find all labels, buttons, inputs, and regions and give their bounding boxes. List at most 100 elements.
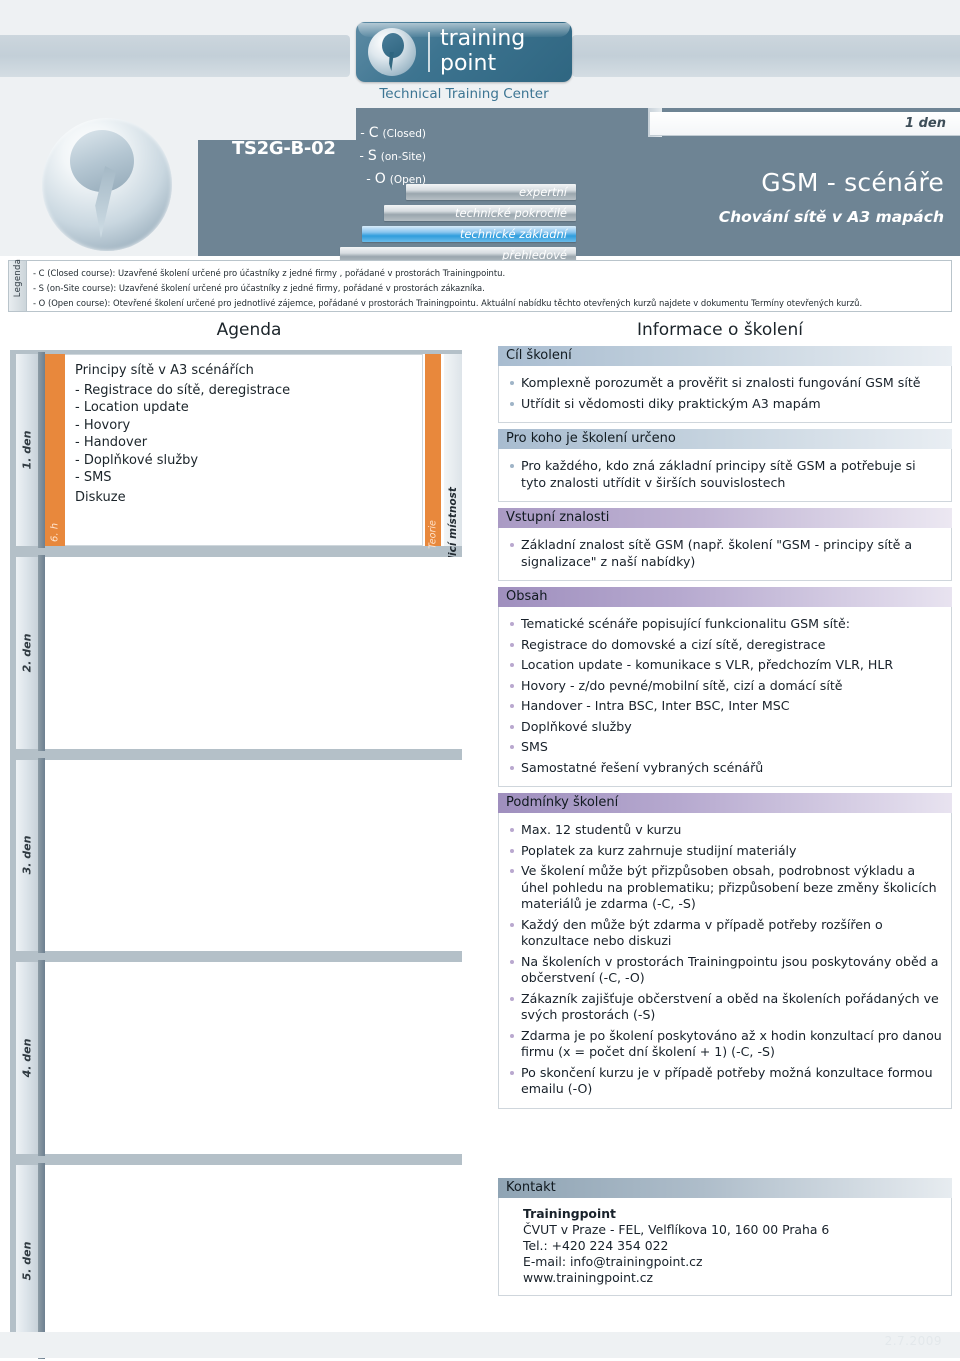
level-bar-2: technické základní bbox=[362, 226, 576, 242]
section-bullet: Hovory - z/do pevné/mobilní sítě, cizí a… bbox=[507, 678, 943, 695]
theory-bar: Teorie bbox=[425, 354, 441, 549]
section-bullet: Location update - komunikace s VLR, před… bbox=[507, 657, 943, 674]
section-bullet: Poplatek za kurz zahrnuje studijní mater… bbox=[507, 843, 943, 860]
agenda-item: - Hovory bbox=[75, 417, 131, 433]
footer-band bbox=[0, 1332, 960, 1358]
section-heading: Vstupní znalosti bbox=[498, 508, 952, 528]
delivery-option-c: - C (Closed) bbox=[336, 122, 426, 145]
info-section-obsah: Obsah Tematické scénáře popisující funkci… bbox=[498, 587, 952, 787]
day-spine bbox=[38, 352, 45, 548]
day-label: 1. den bbox=[16, 354, 38, 546]
header-band-left bbox=[0, 35, 350, 77]
section-bullet: SMS bbox=[507, 739, 943, 756]
section-body: Tematické scénáře popisující funkcionali… bbox=[498, 607, 952, 787]
delivery-dash: - bbox=[359, 148, 364, 163]
agenda-schedule-grid: 1. den 6. h Principy sítě v A3 scénářích - … bbox=[10, 346, 462, 1359]
hours-label: 6. h bbox=[49, 522, 61, 542]
contact-web[interactable]: www.trainingpoint.cz bbox=[523, 1270, 943, 1286]
delivery-paren: (Closed) bbox=[382, 128, 426, 140]
header-band-right bbox=[572, 35, 960, 77]
course-subtitle: Chování sítě v A3 mapách bbox=[718, 208, 944, 226]
contact-email[interactable]: E-mail: info@trainingpoint.cz bbox=[523, 1254, 943, 1270]
room-bar: Školicí místnost bbox=[444, 354, 462, 581]
section-bullet: Registrace do domovské a cizí sítě, dere… bbox=[507, 637, 943, 654]
section-body: Základní znalost sítě GSM (např. školení… bbox=[498, 528, 952, 581]
legend-line-2: - O (Open course): Otevřené školení urče… bbox=[33, 298, 863, 308]
legend-line-1: - S (on-Site course): Uzavřené školení u… bbox=[33, 283, 485, 293]
contact-details: Trainingpoint ČVUT v Praze - FEL, Velflí… bbox=[498, 1198, 952, 1296]
agenda-item: - Doplňkové služby bbox=[75, 452, 199, 468]
delivery-option-s: - S (on-Site) bbox=[336, 145, 426, 168]
level-bar-1: technické pokročilé bbox=[384, 205, 576, 221]
section-bullet: Zákazník zajišťuje občerstvení a oběd na… bbox=[507, 991, 943, 1024]
section-heading: Pro koho je školení určeno bbox=[498, 429, 952, 449]
agenda-block: 6. h Principy sítě v A3 scénářích - Regist… bbox=[45, 354, 462, 581]
day-label-text: 4. den bbox=[20, 1038, 34, 1078]
info-section-vstupn-znalosti: Vstupní znalosti Základní znalost sítě GS… bbox=[498, 508, 952, 581]
day-label: 3. den bbox=[16, 759, 38, 952]
day-body bbox=[45, 1165, 462, 1357]
section-body: Max. 12 studentů v kurzu Poplatek za kurz… bbox=[498, 813, 952, 1109]
day-label-text: 5. den bbox=[20, 1241, 34, 1281]
delivery-paren: (on-Site) bbox=[380, 151, 426, 163]
section-bullet: Na školeních v prostorách Trainingpointu… bbox=[507, 954, 943, 987]
delivery-letter: S bbox=[367, 148, 377, 164]
section-bullet: Každý den může být zdarma v případě potř… bbox=[507, 917, 943, 950]
agenda-item: - SMS bbox=[75, 470, 112, 485]
legend-box: Legenda - C (Closed course): Uzavřené šk… bbox=[8, 259, 952, 312]
logo-sphere-icon bbox=[368, 28, 416, 76]
contact-heading: Kontakt bbox=[498, 1178, 952, 1198]
section-body: Pro každého, kdo zná základní principy s… bbox=[498, 449, 952, 502]
info-section-podm-nky-kolen: Podmínky školení Max. 12 studentů v kurzu… bbox=[498, 793, 952, 1109]
course-code: TS2G-B-02 bbox=[232, 138, 336, 159]
legend-line-0: - C (Closed course): Uzavřené školení ur… bbox=[33, 268, 506, 278]
section-bullet: Základní znalost sítě GSM (např. školení… bbox=[507, 537, 943, 570]
contact-name: Trainingpoint bbox=[523, 1206, 616, 1221]
day-body: 6. h Principy sítě v A3 scénářích - Regist… bbox=[45, 354, 462, 581]
section-bullet: Max. 12 studentů v kurzu bbox=[507, 822, 943, 839]
hours-bar: 6. h bbox=[45, 354, 65, 546]
section-bullet: Handover - Intra BSC, Inter BSC, Inter M… bbox=[507, 698, 943, 715]
day-spine bbox=[38, 960, 45, 1157]
section-heading: Cíl školení bbox=[498, 346, 952, 366]
logo-divider bbox=[428, 32, 430, 72]
day-label: 2. den bbox=[16, 556, 38, 749]
day-spine bbox=[38, 1163, 45, 1359]
level-bar-0: expertní bbox=[406, 184, 576, 200]
info-title: Informace o školení bbox=[636, 320, 804, 340]
delivery-dash: - bbox=[366, 171, 371, 186]
agenda-day-row: 2. den bbox=[10, 553, 462, 753]
agenda-day-row: 1. den 6. h Principy sítě v A3 scénářích - … bbox=[10, 350, 462, 581]
tagline: Technical Training Center bbox=[379, 86, 549, 102]
section-heading: Obsah bbox=[498, 587, 952, 607]
day-body bbox=[45, 962, 462, 1155]
delivery-letter: C bbox=[368, 125, 379, 141]
delivery-letter: O bbox=[374, 171, 386, 187]
contact-address: ČVUT v Praze - FEL, Velflíkova 10, 160 0… bbox=[523, 1222, 830, 1237]
section-bullet: Doplňkové služby bbox=[507, 719, 943, 736]
delivery-dash: - bbox=[360, 125, 365, 140]
delivery-options-list: - C (Closed) - S (on-Site) - O (Open) bbox=[336, 122, 426, 191]
agenda-block-content: Principy sítě v A3 scénářích - Registrace… bbox=[65, 354, 423, 546]
training-point-logo: training point bbox=[356, 22, 572, 82]
section-bullet: Tematické scénáře popisující funkcionali… bbox=[507, 616, 943, 633]
agenda-item: - Registrace do sítě, deregistrace bbox=[75, 382, 291, 398]
section-bullet: Po skončení kurzu je v případě potřeby m… bbox=[507, 1065, 943, 1098]
day-label-text: 1. den bbox=[20, 430, 34, 470]
theory-label: Teorie bbox=[427, 519, 439, 549]
legend-lines: - C (Closed course): Uzavřené školení ur… bbox=[33, 266, 945, 311]
agenda-item: - Location update bbox=[75, 400, 189, 415]
legend-tab-label: Legenda bbox=[13, 258, 23, 298]
agenda-column: Agenda 1. den 6. h Principy sítě v A3 scén… bbox=[0, 318, 470, 1359]
course-code-panel: TS2G-B-02 - C (Closed) - S (on-Site) - O (… bbox=[214, 110, 614, 263]
day-label-text: 3. den bbox=[20, 836, 34, 875]
section-bullet: Samostatné řešení vybraných scénářů bbox=[507, 760, 943, 777]
logo-line-2: point bbox=[440, 51, 497, 76]
agenda-lead: Principy sítě v A3 scénářích bbox=[75, 363, 254, 378]
section-bullet: Pro každého, kdo zná základní principy s… bbox=[507, 458, 943, 491]
logo-wordmark: training point bbox=[440, 26, 525, 76]
day-spine bbox=[38, 757, 45, 954]
info-section-c-l-kolen: Cíl školení Komplexně porozumět a prověři… bbox=[498, 346, 952, 423]
section-bullet: Utřídit si vědomosti diky praktickým A3 … bbox=[507, 396, 943, 413]
agenda-day-row: 5. den bbox=[10, 1161, 462, 1361]
